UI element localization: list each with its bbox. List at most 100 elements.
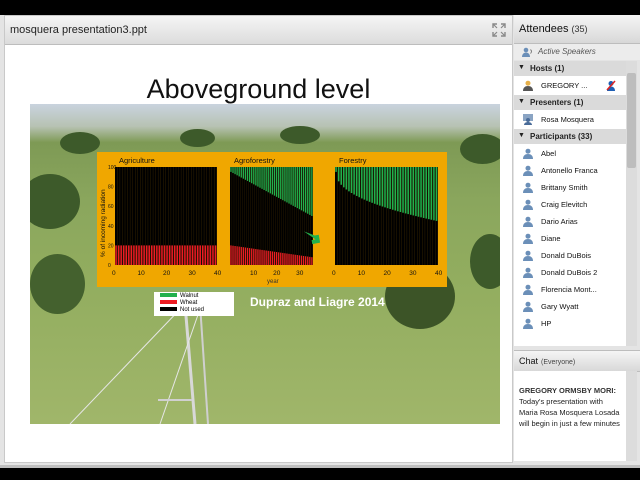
walnut-bar (425, 167, 427, 219)
wheat-bar (248, 248, 251, 265)
wheat-bar (184, 245, 186, 265)
walnut-bar (263, 167, 265, 190)
wheat-bar (128, 245, 130, 265)
wheat-bar (194, 245, 196, 265)
wheat-bar (265, 250, 267, 265)
attendee-presenter[interactable]: Rosa Mosquera (514, 111, 626, 128)
walnut-bar (265, 167, 267, 192)
attendees-header[interactable]: Attendees (35) (514, 15, 640, 44)
y-tick-label: 80 (108, 185, 114, 191)
side-panel: Attendees (35) Active Speakers ▼ Hosts (1… (514, 15, 640, 461)
wheat-bar (302, 255, 305, 265)
attendee-participant[interactable]: Antonello Franca (514, 162, 626, 179)
y-tick-label: 100 (108, 165, 117, 171)
attendee-participant[interactable]: Brittany Smith (514, 179, 626, 196)
walnut-bar (253, 167, 255, 185)
wheat-bar (288, 253, 290, 265)
collapse-triangle-icon[interactable]: ▼ (518, 98, 525, 105)
attendee-participant[interactable]: Craig Elevitch (514, 196, 626, 213)
walnut-bar (255, 167, 257, 186)
attendee-participant[interactable]: Dario Arias (514, 213, 626, 230)
attendee-participant[interactable]: HP (514, 315, 626, 332)
wheat-bar (282, 252, 284, 265)
walnut-bar (379, 167, 381, 206)
wheat-bar (209, 245, 212, 265)
participant-icon (523, 199, 533, 210)
presenter-badge-icon (606, 80, 616, 91)
attendee-host[interactable]: GREGORY ... (514, 77, 626, 94)
wheat-bar (207, 245, 209, 265)
section-presenters[interactable]: ▼ Presenters (1) (514, 95, 626, 110)
expand-icon[interactable] (492, 23, 506, 37)
walnut-bar (278, 167, 280, 198)
chat-header[interactable]: Chat (Everyone) (514, 350, 640, 372)
x-tick-label: 40 (214, 270, 222, 277)
attendee-participant[interactable]: Abel (514, 145, 626, 162)
section-label: Hosts (1) (530, 64, 565, 73)
walnut-bar (417, 167, 420, 217)
walnut-bar (292, 167, 294, 206)
section-hosts[interactable]: ▼ Hosts (1) (514, 61, 626, 76)
walnut-bar (307, 167, 309, 214)
attendee-participant[interactable]: Florencia Mont... (514, 281, 626, 298)
attendee-participant[interactable]: Diane (514, 230, 626, 247)
presentation-header: mosquera presentation3.ppt (5, 16, 512, 45)
wheat-bar (173, 245, 176, 265)
attendee-participant[interactable]: Donald DuBois (514, 247, 626, 264)
x-tick-label: 10 (358, 270, 366, 277)
wheat-bar (234, 246, 236, 265)
wheat-bar (244, 247, 247, 265)
attendee-participant[interactable]: Donald DuBois 2 (514, 264, 626, 281)
section-label: Presenters (1) (530, 98, 584, 107)
walnut-bar (433, 167, 435, 221)
host-icon (523, 80, 533, 91)
walnut-bar (376, 167, 379, 205)
wheat-bar (292, 254, 294, 265)
walnut-bar (389, 167, 391, 209)
walnut-bar (384, 167, 386, 208)
legend-label: Not used (180, 307, 205, 313)
attendee-list[interactable]: ▼ Hosts (1) GREGORY ... ▼ Presenters (1) (514, 61, 626, 346)
x-tick-label: 20 (273, 270, 281, 277)
presenter-icon (523, 114, 533, 125)
chat-scrollbar[interactable] (626, 371, 637, 461)
wheat-bar (251, 248, 253, 265)
wheat-bar (204, 245, 207, 265)
y-tick-label: 60 (108, 204, 114, 210)
scrollbar-thumb[interactable] (627, 73, 636, 168)
wheat-bar (309, 256, 311, 265)
slide-photo: % of incoming radiation year Agriculture… (30, 104, 500, 424)
walnut-bar (275, 167, 278, 197)
wheat-bar (135, 245, 138, 265)
wheat-bar (151, 245, 153, 265)
wheat-bar (286, 253, 288, 265)
slide-title: Aboveground level (146, 74, 371, 104)
slide-citation: Dupraz and Liagre 2014 (250, 295, 385, 309)
wheat-bar (171, 245, 173, 265)
legend-item-not-used: Not used (160, 307, 204, 314)
participant-icon (523, 267, 533, 278)
wheat-bar (236, 246, 238, 265)
x-tick-label: 10 (250, 270, 258, 277)
walnut-bar (335, 167, 337, 172)
speaker-icon (522, 47, 532, 57)
wheat-bar (271, 251, 274, 265)
attendee-participant[interactable]: Gary Wyatt (514, 298, 626, 315)
wheat-bar (156, 245, 158, 265)
wheat-bar (189, 245, 191, 265)
wheat-bar (298, 255, 301, 265)
walnut-bar (294, 167, 296, 207)
walnut-bar (238, 167, 240, 177)
walnut-bar (358, 167, 361, 198)
walnut-bar (236, 167, 238, 176)
collapse-triangle-icon[interactable]: ▼ (518, 64, 525, 71)
attendee-scrollbar[interactable] (626, 61, 637, 346)
wheat-bar (122, 245, 125, 265)
wheat-bar (202, 245, 204, 265)
wheat-bar (179, 245, 181, 265)
wheat-bar (161, 245, 163, 265)
x-tick-label: 0 (332, 270, 336, 277)
collapse-triangle-icon[interactable]: ▼ (518, 132, 525, 139)
section-participants[interactable]: ▼ Participants (33) (514, 129, 626, 144)
attendee-name: HP (541, 319, 552, 328)
